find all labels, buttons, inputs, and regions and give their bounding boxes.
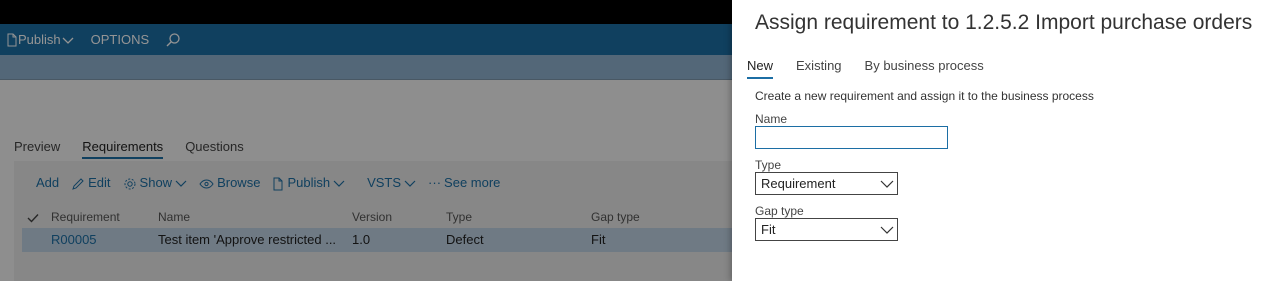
tab-new[interactable]: New (747, 58, 774, 79)
chevron-down-icon (880, 177, 894, 191)
tab-by-business-process[interactable]: By business process (865, 58, 984, 79)
dialog-description: Create a new requirement and assign it t… (755, 89, 1094, 103)
name-field[interactable] (755, 126, 948, 149)
chevron-down-icon (880, 223, 894, 237)
gap-type-select-value: Fit (761, 222, 776, 237)
name-field-label: Name (755, 112, 788, 126)
tab-existing[interactable]: Existing (796, 58, 842, 79)
gap-type-field-label: Gap type (755, 204, 804, 218)
dialog-tabs: New Existing By business process (747, 58, 984, 79)
assign-requirement-flyout: Assign requirement to 1.2.5.2 Import pur… (732, 0, 1264, 281)
dialog-title: Assign requirement to 1.2.5.2 Import pur… (755, 11, 1253, 34)
type-select[interactable]: Requirement (755, 172, 898, 195)
gap-type-select[interactable]: Fit (755, 218, 898, 241)
type-select-value: Requirement (761, 176, 836, 191)
type-field-label: Type (755, 158, 782, 172)
